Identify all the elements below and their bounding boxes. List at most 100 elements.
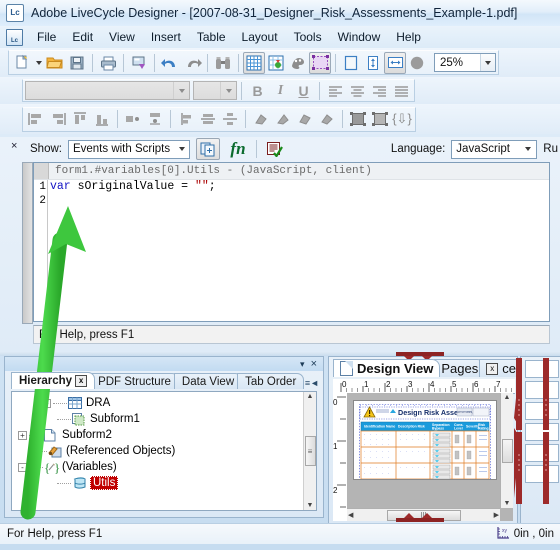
menu-file[interactable]: File	[29, 27, 64, 47]
same-height-icon[interactable]	[272, 108, 294, 130]
show-grid-icon[interactable]	[243, 51, 265, 74]
underline-button[interactable]: U	[292, 80, 315, 101]
script-code-editor[interactable]: form1.#variables[0].Utils - (JavaScript,…	[33, 162, 550, 322]
tab-tab-order[interactable]: Tab Order	[237, 373, 305, 389]
tree-item-variables[interactable]: - {} (Variables)	[12, 459, 303, 475]
language-combo[interactable]: JavaScript	[451, 139, 538, 159]
menu-insert[interactable]: Insert	[143, 27, 189, 47]
right-dock-row[interactable]	[525, 402, 559, 420]
expander-icon[interactable]: -	[18, 462, 27, 472]
tab-pages[interactable]: Pages	[434, 359, 486, 377]
tab-clipped-close-icon[interactable]: x	[486, 362, 499, 375]
design-hscroll-thumb[interactable]: |||	[386, 509, 461, 521]
selection-frame-icon[interactable]	[309, 51, 331, 74]
tree-item-utils[interactable]: Utils	[12, 475, 303, 491]
language-dropdown-icon[interactable]	[520, 147, 536, 151]
tree-item-subform2[interactable]: + Subform2	[12, 427, 303, 443]
undo-icon[interactable]	[159, 52, 181, 74]
send-to-back-icon[interactable]	[369, 108, 391, 130]
page-view-icon[interactable]	[340, 52, 362, 74]
hierarchy-close-button[interactable]: ×	[311, 358, 317, 370]
scroll-up-icon[interactable]: ▲	[307, 393, 314, 400]
document-icon[interactable]: Lc	[6, 28, 23, 46]
align-bottom-edges-icon[interactable]	[91, 108, 113, 130]
hierarchy-tree[interactable]: + DRA Subform1 + Subform2 (Referenced Ob…	[11, 391, 317, 511]
same-width-icon[interactable]	[250, 108, 272, 130]
font-size-combo[interactable]	[193, 81, 237, 100]
show-events-dropdown-icon[interactable]	[174, 147, 189, 151]
binoculars-find-icon[interactable]	[212, 52, 234, 74]
center-vertically-icon[interactable]	[175, 108, 197, 130]
align-right-edges-icon[interactable]	[47, 108, 69, 130]
align-center-icon[interactable]	[346, 80, 368, 102]
fit-page-height-icon[interactable]	[362, 52, 384, 74]
tree-item-dra[interactable]: + DRA	[12, 395, 303, 411]
hierarchy-autohide-button[interactable]: ▾	[300, 359, 305, 370]
new-document-dropdown-icon[interactable]	[33, 52, 44, 74]
hierarchy-scrollbar[interactable]: ▲ ≡ ▼	[303, 392, 316, 510]
bring-to-front-icon[interactable]	[347, 108, 369, 130]
function-button[interactable]: fn	[226, 138, 250, 160]
zoom-combo[interactable]: 25%	[434, 53, 496, 72]
open-folder-icon[interactable]	[44, 52, 66, 74]
wrap-text-icon[interactable]: {⇩}	[391, 108, 413, 130]
menu-help[interactable]: Help	[388, 27, 429, 47]
right-dock-row[interactable]	[525, 423, 559, 441]
right-dock-row[interactable]	[525, 360, 559, 378]
design-vscroll-thumb[interactable]	[501, 438, 513, 463]
snap-to-grid-icon[interactable]	[265, 52, 287, 74]
scroll-thumb[interactable]: ≡	[304, 436, 316, 466]
font-name-dropdown-icon[interactable]	[173, 82, 189, 99]
font-size-dropdown-icon[interactable]	[220, 82, 236, 99]
save-icon[interactable]	[66, 52, 88, 74]
script-panel-close-button[interactable]: ×	[11, 140, 17, 152]
expander-icon[interactable]: +	[18, 430, 27, 440]
design-horizontal-scrollbar[interactable]: ◀ ||| ▶	[347, 508, 500, 521]
design-scroll-down-icon[interactable]: ▼	[504, 500, 511, 507]
align-left-icon[interactable]	[324, 80, 346, 102]
italic-button[interactable]: I	[269, 80, 292, 101]
design-scroll-up-icon[interactable]: ▲	[504, 394, 511, 401]
print-icon[interactable]	[97, 52, 119, 74]
tree-item-referenced-objects[interactable]: (Referenced Objects)	[12, 443, 303, 459]
font-name-combo[interactable]	[25, 81, 190, 100]
panel-menu-icon[interactable]: ≡◄	[305, 378, 319, 388]
menu-layout[interactable]: Layout	[234, 27, 286, 47]
show-events-combo[interactable]: Events with Scripts	[67, 139, 190, 159]
menu-table[interactable]: Table	[189, 27, 234, 47]
align-right-icon[interactable]	[368, 80, 390, 102]
scroll-down-icon[interactable]: ▼	[307, 502, 314, 509]
form-page-preview[interactable]: Design Risk Assessments Identification N…	[353, 400, 497, 480]
redo-icon[interactable]	[181, 52, 203, 74]
right-dock-row[interactable]	[525, 381, 559, 399]
fit-page-width-icon[interactable]	[384, 51, 406, 74]
expander-icon[interactable]: +	[42, 398, 51, 408]
space-evenly-icon[interactable]	[219, 108, 241, 130]
align-justify-icon[interactable]	[390, 80, 412, 102]
tab-data-view[interactable]: Data View	[173, 373, 243, 389]
distribute-vertically-icon[interactable]	[144, 108, 166, 130]
check-syntax-icon[interactable]	[263, 138, 287, 160]
tree-item-subform1[interactable]: Subform1	[12, 411, 303, 427]
tab-hierarchy-close-icon[interactable]: x	[75, 375, 88, 387]
bold-button[interactable]: B	[246, 80, 269, 101]
menu-edit[interactable]: Edit	[64, 27, 101, 47]
tab-design-view[interactable]: Design View	[333, 359, 441, 377]
align-top-edges-icon[interactable]	[69, 108, 91, 130]
print-preview-icon[interactable]	[128, 52, 150, 74]
code-area[interactable]: var sOriginalValue = "";	[48, 180, 549, 321]
preview-circle-icon[interactable]	[406, 52, 428, 74]
new-document-icon[interactable]	[11, 52, 33, 74]
distribute-horizontally-icon[interactable]	[122, 108, 144, 130]
tab-hierarchy[interactable]: Hierarchy x	[11, 372, 96, 389]
design-scroll-left-icon[interactable]: ◀	[348, 511, 353, 519]
right-dock-row[interactable]	[525, 444, 559, 462]
align-left-edges-icon[interactable]	[25, 108, 47, 130]
right-dock-row[interactable]	[525, 465, 559, 483]
design-canvas[interactable]: Design Risk Assessments Identification N…	[347, 393, 513, 521]
center-horizontally-icon[interactable]	[197, 108, 219, 130]
design-scroll-right-icon[interactable]: ▶	[494, 511, 499, 519]
same-size-icon[interactable]	[294, 108, 316, 130]
menu-window[interactable]: Window	[330, 27, 389, 47]
size-to-fit-icon[interactable]	[316, 108, 338, 130]
